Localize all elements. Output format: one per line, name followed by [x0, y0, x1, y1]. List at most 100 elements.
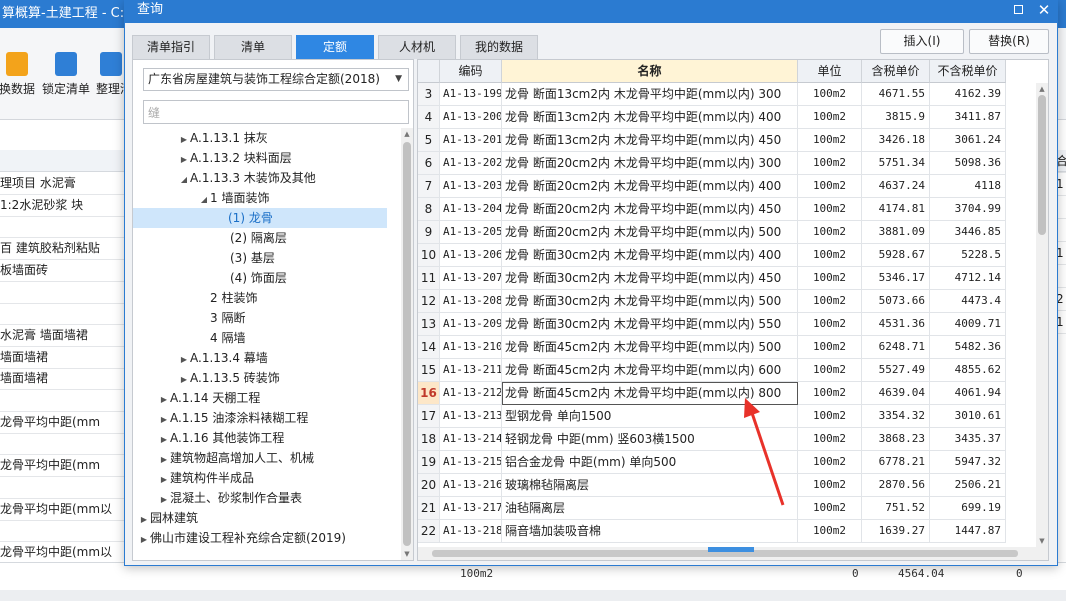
column-header-notax-price[interactable]: 不含税单价	[930, 60, 1006, 83]
scroll-down-icon[interactable]: ▼	[1036, 535, 1048, 547]
cell-name[interactable]: 龙骨 断面30cm2内 木龙骨平均中距(mm以内) 450	[502, 267, 798, 290]
expand-arrow-icon[interactable]: ▶	[138, 530, 150, 550]
tree-node[interactable]: ▶ A.1.15 油漆涂料裱糊工程	[158, 408, 308, 428]
cell-code[interactable]: A1-13-206	[440, 244, 502, 267]
background-table-row[interactable]: 理项目 水泥膏	[0, 172, 126, 195]
cell-notax-price[interactable]: 3010.61	[930, 405, 1006, 428]
table-row[interactable]: 7 A1-13-203 龙骨 断面20cm2内 木龙骨平均中距(mm以内) 400 1…	[418, 175, 1032, 198]
cell-unit[interactable]: 100m2	[798, 290, 862, 313]
background-table-row[interactable]	[0, 476, 126, 499]
cell-unit[interactable]: 100m2	[798, 382, 862, 405]
expand-arrow-icon[interactable]: ▶	[178, 130, 190, 150]
cell-unit[interactable]: 100m2	[798, 129, 862, 152]
cell-notax-price[interactable]: 1447.87	[930, 520, 1006, 543]
row-number[interactable]: 9	[418, 221, 440, 244]
background-horizontal-scrollbar[interactable]	[0, 590, 1066, 601]
expand-arrow-icon[interactable]: ▶	[158, 390, 170, 410]
tree-node[interactable]: ▶ 混凝土、砂浆制作合量表	[158, 488, 302, 508]
cell-notax-price[interactable]: 4162.39	[930, 83, 1006, 106]
background-table-row[interactable]: 龙骨平均中距(mm以	[0, 498, 126, 521]
cell-unit[interactable]: 100m2	[798, 405, 862, 428]
cell-tax-price[interactable]: 6778.21	[862, 451, 930, 474]
tree-node[interactable]: 4 隔墙	[198, 328, 245, 348]
cell-tax-price[interactable]: 3815.9	[862, 106, 930, 129]
cell-code[interactable]: A1-13-218	[440, 520, 502, 543]
cell-unit[interactable]: 100m2	[798, 83, 862, 106]
cell-tax-price[interactable]: 5751.34	[862, 152, 930, 175]
cell-notax-price[interactable]: 4473.4	[930, 290, 1006, 313]
row-number[interactable]: 4	[418, 106, 440, 129]
collapse-arrow-icon[interactable]: ◢	[198, 190, 210, 210]
column-header-unit[interactable]: 单位	[798, 60, 862, 83]
row-number[interactable]: 13	[418, 313, 440, 336]
cell-tax-price[interactable]: 5073.66	[862, 290, 930, 313]
cell-unit[interactable]: 100m2	[798, 244, 862, 267]
cell-notax-price[interactable]: 4712.14	[930, 267, 1006, 290]
toolbar-button-lock-list[interactable]: 锁定清单	[40, 52, 92, 97]
row-number[interactable]: 7	[418, 175, 440, 198]
cell-code[interactable]: A1-13-211	[440, 359, 502, 382]
cell-code[interactable]: A1-13-203	[440, 175, 502, 198]
scroll-down-icon[interactable]: ▼	[401, 548, 413, 560]
cell-code[interactable]: A1-13-215	[440, 451, 502, 474]
expand-arrow-icon[interactable]: ▶	[178, 350, 190, 370]
tree-node[interactable]: 3 隔断	[198, 308, 245, 328]
row-number[interactable]: 22	[418, 520, 440, 543]
row-number[interactable]: 21	[418, 497, 440, 520]
cell-name[interactable]: 轻钢龙骨 中距(mm) 竖603横1500	[502, 428, 798, 451]
row-number[interactable]: 15	[418, 359, 440, 382]
cell-unit[interactable]: 100m2	[798, 313, 862, 336]
cell-name[interactable]: 龙骨 断面20cm2内 木龙骨平均中距(mm以内) 300	[502, 152, 798, 175]
cell-name[interactable]: 隔音墙加装吸音棉	[502, 520, 798, 543]
cell-unit[interactable]: 100m2	[798, 497, 862, 520]
column-header-name[interactable]: 名称	[502, 60, 798, 83]
cell-notax-price[interactable]: 3446.85	[930, 221, 1006, 244]
cell-name[interactable]: 玻璃棉毡隔离层	[502, 474, 798, 497]
background-table-row[interactable]	[0, 519, 126, 543]
tree-node[interactable]: ◢ A.1.13.3 木装饰及其他	[178, 168, 316, 188]
grid-horizontal-scrollbar[interactable]	[418, 547, 1048, 560]
cell-tax-price[interactable]: 4639.04	[862, 382, 930, 405]
cell-name[interactable]: 龙骨 断面45cm2内 木龙骨平均中距(mm以内) 500	[502, 336, 798, 359]
cell-tax-price[interactable]: 5928.67	[862, 244, 930, 267]
cell-tax-price[interactable]: 5527.49	[862, 359, 930, 382]
tree-node[interactable]: ▶ 建筑物超高增加人工、机械	[158, 448, 314, 468]
cell-code[interactable]: A1-13-208	[440, 290, 502, 313]
tree-node[interactable]: (1) 龙骨	[133, 208, 387, 228]
table-row[interactable]: 15 A1-13-211 龙骨 断面45cm2内 木龙骨平均中距(mm以内) 600…	[418, 359, 1032, 382]
cell-notax-price[interactable]: 4118	[930, 175, 1006, 198]
column-header-code[interactable]: 编码	[440, 60, 502, 83]
row-number[interactable]: 6	[418, 152, 440, 175]
cell-code[interactable]: A1-13-209	[440, 313, 502, 336]
cell-name[interactable]: 龙骨 断面45cm2内 木龙骨平均中距(mm以内) 600	[502, 359, 798, 382]
tab-labor-material-machine[interactable]: 人材机	[378, 35, 456, 59]
row-number[interactable]: 5	[418, 129, 440, 152]
cell-notax-price[interactable]: 4009.71	[930, 313, 1006, 336]
cell-name[interactable]: 龙骨 断面20cm2内 木龙骨平均中距(mm以内) 500	[502, 221, 798, 244]
cell-tax-price[interactable]: 4531.36	[862, 313, 930, 336]
table-row[interactable]: 3 A1-13-199 龙骨 断面13cm2内 木龙骨平均中距(mm以内) 300 1…	[418, 83, 1032, 106]
scroll-up-icon[interactable]: ▲	[1036, 83, 1048, 95]
background-table-row[interactable]: 板墙面砖	[0, 259, 126, 282]
tree-scrollbar[interactable]: ▲ ▼	[401, 128, 413, 560]
table-row[interactable]: 22 A1-13-218 隔音墙加装吸音棉 100m2 1639.27 1447.87	[418, 520, 1032, 543]
background-table-row[interactable]	[0, 432, 126, 456]
cell-name[interactable]: 油毡隔离层	[502, 497, 798, 520]
cell-unit[interactable]: 100m2	[798, 152, 862, 175]
cell-code[interactable]: A1-13-202	[440, 152, 502, 175]
tree-node[interactable]: ◢ 1 墙面装饰	[198, 188, 270, 210]
cell-notax-price[interactable]: 5098.36	[930, 152, 1006, 175]
cell-code[interactable]: A1-13-199	[440, 83, 502, 106]
cell-tax-price[interactable]: 3426.18	[862, 129, 930, 152]
cell-unit[interactable]: 100m2	[798, 359, 862, 382]
row-number[interactable]: 19	[418, 451, 440, 474]
background-table-row[interactable]	[0, 281, 126, 304]
cell-name[interactable]: 铝合金龙骨 中距(mm) 单向500	[502, 451, 798, 474]
cell-name[interactable]: 龙骨 断面20cm2内 木龙骨平均中距(mm以内) 400	[502, 175, 798, 198]
cell-unit[interactable]: 100m2	[798, 221, 862, 244]
tree-node[interactable]: (2) 隔离层	[218, 228, 287, 248]
table-row[interactable]: 10 A1-13-206 龙骨 断面30cm2内 木龙骨平均中距(mm以内) 400…	[418, 244, 1032, 267]
table-row[interactable]: 20 A1-13-216 玻璃棉毡隔离层 100m2 2870.56 2506.21	[418, 474, 1032, 497]
cell-tax-price[interactable]: 2870.56	[862, 474, 930, 497]
row-number[interactable]: 14	[418, 336, 440, 359]
